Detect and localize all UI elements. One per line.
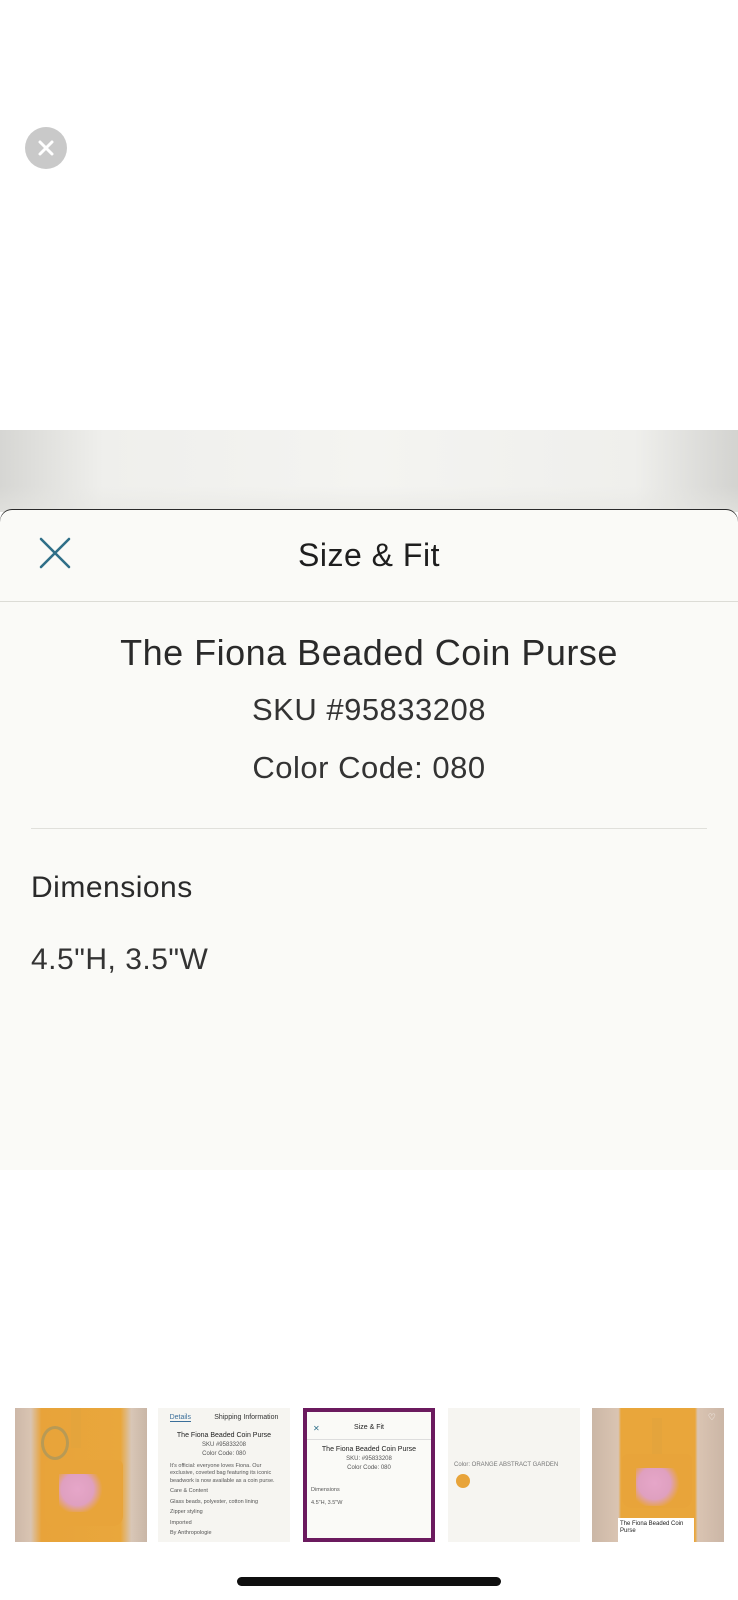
mini-tabs: Details Shipping Information xyxy=(158,1408,290,1422)
mini-title: Size & Fit xyxy=(354,1424,384,1431)
sheet-header: Size & Fit xyxy=(0,510,738,602)
key-ring xyxy=(41,1426,69,1460)
mini-caption: The Fiona Beaded Coin Purse xyxy=(618,1518,694,1542)
sheet-title: Size & Fit xyxy=(298,537,440,573)
dismiss-overlay-button[interactable] xyxy=(25,127,67,169)
product-sku: SKU #95833208 xyxy=(251,692,487,727)
coin-purse-image xyxy=(622,1454,692,1508)
size-fit-sheet: Size & Fit The Fiona Beaded Coin Purse S… xyxy=(0,510,738,1170)
mini-product-name: The Fiona Beaded Coin Purse xyxy=(176,1432,272,1439)
divider xyxy=(31,828,707,829)
product-name: The Fiona Beaded Coin Purse xyxy=(120,632,618,673)
product-image-backdrop xyxy=(0,430,738,512)
product-info: The Fiona Beaded Coin Purse SKU #9583320… xyxy=(0,602,738,786)
mini-tab-shipping: Shipping Information xyxy=(214,1414,279,1421)
close-icon xyxy=(39,537,71,569)
close-icon xyxy=(38,140,54,156)
thumbnail-details[interactable]: Details Shipping Information The Fiona B… xyxy=(158,1408,290,1542)
tassel xyxy=(71,1408,81,1448)
thumbnail-product-card[interactable]: ♡ The Fiona Beaded Coin Purse xyxy=(592,1408,724,1542)
home-indicator[interactable] xyxy=(237,1577,501,1586)
product-color-code: Color Code: 080 xyxy=(252,750,486,785)
dimensions-value: 4.5"H, 3.5"W xyxy=(31,943,209,976)
mini-care-line: Glass beads, polyester, cotton lining xyxy=(170,1498,259,1505)
mini-color-code: Color Code: 080 xyxy=(347,1465,391,1471)
mini-brand: By Anthropologie xyxy=(170,1529,212,1536)
color-swatch xyxy=(456,1474,470,1488)
mini-color-code: Color Code: 080 xyxy=(202,1451,246,1457)
mini-tab-details: Details xyxy=(169,1414,191,1422)
mini-care-line: Imported xyxy=(170,1519,192,1526)
sheet-close-button[interactable] xyxy=(38,536,72,570)
dimensions-heading: Dimensions xyxy=(31,871,193,904)
mini-product-name: The Fiona Beaded Coin Purse xyxy=(321,1446,417,1453)
mini-sku: SKU: #95833208 xyxy=(346,1456,392,1462)
mini-description: It's official: everyone loves Fiona. Our… xyxy=(170,1463,275,1484)
mini-dimensions-heading: Dimensions xyxy=(311,1487,340,1493)
screenshot-thumbnail-strip: Details Shipping Information The Fiona B… xyxy=(0,1408,738,1544)
thumbnail-size-fit-selected[interactable]: ✕ Size & Fit The Fiona Beaded Coin Purse… xyxy=(303,1408,435,1542)
coin-purse-image xyxy=(45,1460,123,1526)
mini-sku: SKU #95833208 xyxy=(201,1442,247,1448)
heart-icon: ♡ xyxy=(707,1412,716,1422)
mini-care-line: Zipper styling xyxy=(170,1509,203,1516)
tassel xyxy=(652,1418,662,1458)
mini-color-label: Color: ORANGE ABSTRACT GARDEN xyxy=(454,1462,559,1468)
thumbnail-color[interactable]: Color: ORANGE ABSTRACT GARDEN xyxy=(448,1408,580,1542)
mini-care-heading: Care & Content xyxy=(170,1488,208,1495)
mini-dimensions-value: 4.5"H, 3.5"W xyxy=(311,1500,343,1507)
thumbnail-product-photo[interactable] xyxy=(15,1408,147,1542)
mini-header: ✕ Size & Fit xyxy=(307,1412,431,1440)
close-icon: ✕ xyxy=(313,1424,320,1433)
